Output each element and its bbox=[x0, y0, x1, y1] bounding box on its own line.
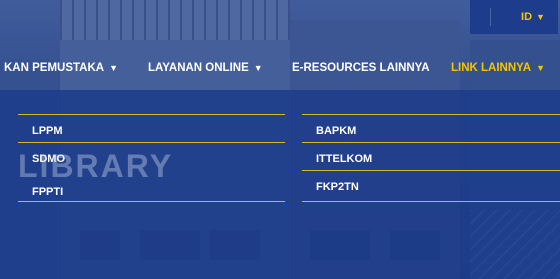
caret-down-icon: ▼ bbox=[536, 12, 545, 22]
caret-down-icon: ▼ bbox=[536, 63, 546, 73]
divider bbox=[490, 8, 491, 26]
caret-down-icon: ▼ bbox=[109, 63, 119, 73]
library-watermark: LIBRARY bbox=[18, 148, 174, 184]
nav-item-layanan-online[interactable]: LAYANAN ONLINE ▼ bbox=[148, 62, 263, 74]
nav-item-label: E-RESOURCES LAINNYA bbox=[292, 62, 430, 74]
nav-item-label: KAN PEMUSTAKA bbox=[4, 62, 105, 74]
nav-item-e-resources[interactable]: E-RESOURCES LAINNYA bbox=[292, 62, 430, 74]
nav-item-link-lainnya[interactable]: LINK LAINNYA ▼ bbox=[451, 62, 545, 74]
nav-item-pemustaka[interactable]: KAN PEMUSTAKA ▼ bbox=[4, 62, 118, 74]
language-label: ID bbox=[521, 11, 533, 23]
nav-item-label: LINK LAINNYA bbox=[451, 62, 532, 74]
divider bbox=[302, 201, 560, 202]
language-switcher[interactable]: ID ▼ bbox=[470, 0, 558, 34]
caret-down-icon: ▼ bbox=[253, 63, 263, 73]
divider bbox=[18, 201, 285, 202]
main-nav: KAN PEMUSTAKA ▼ LAYANAN ONLINE ▼ E-RESOU… bbox=[0, 52, 560, 86]
nav-item-label: LAYANAN ONLINE bbox=[148, 62, 249, 74]
dropdown-link-fkp2tn[interactable]: FKP2TN bbox=[302, 170, 560, 203]
